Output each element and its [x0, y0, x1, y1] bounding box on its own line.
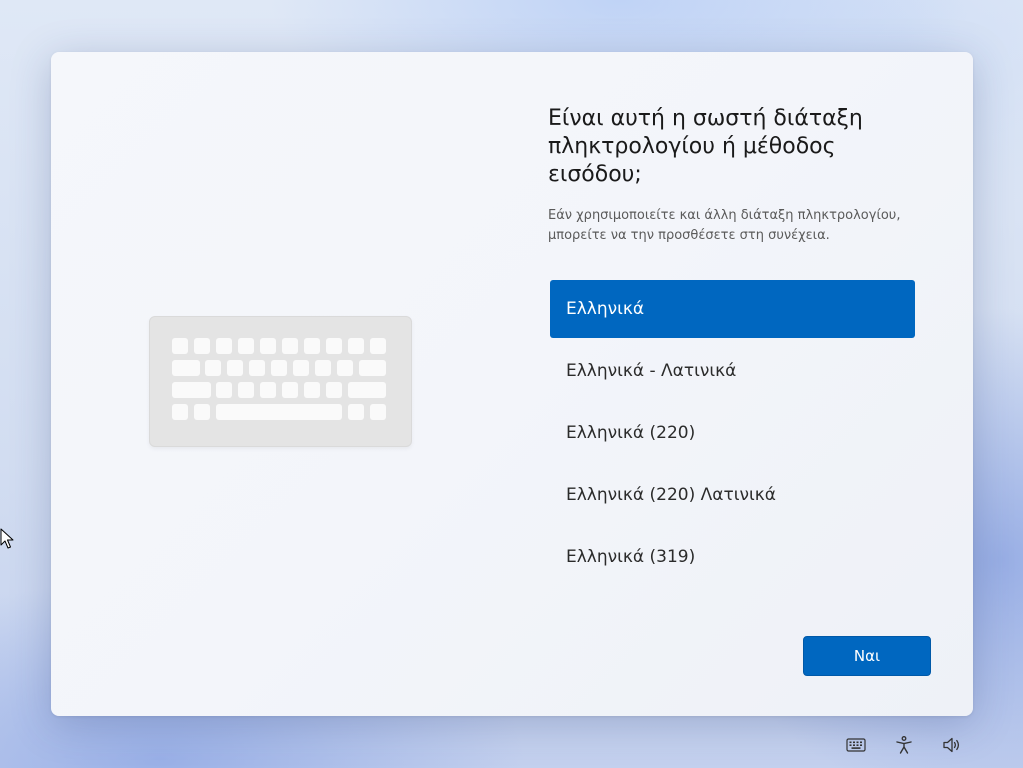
- mouse-cursor-icon: [0, 528, 14, 550]
- layout-option[interactable]: Ελληνικά - Λατινικά: [550, 342, 915, 400]
- layout-option-label: Ελληνικά (319): [566, 547, 696, 567]
- keyboard-icon: [149, 316, 412, 447]
- accessibility-icon[interactable]: [893, 734, 915, 756]
- layout-option-label: Ελληνικά (220) Λατινικά: [566, 485, 776, 505]
- page-subtitle: Εάν χρησιμοποιείτε και άλλη διάταξη πληκ…: [548, 208, 901, 243]
- keyboard-illustration: [149, 316, 412, 447]
- oobe-window: Είναι αυτή η σωστή διάταξη πληκτρολογίου…: [51, 52, 973, 716]
- layout-option[interactable]: Ελληνικά (319): [550, 528, 915, 586]
- layout-option[interactable]: Ελληνικά: [550, 280, 915, 338]
- yes-button[interactable]: Ναι: [803, 636, 931, 676]
- layout-option-label: Ελληνικά (220): [566, 423, 696, 443]
- layout-option-label: Ελληνικά: [566, 299, 645, 319]
- keyboard-icon[interactable]: [845, 734, 867, 756]
- yes-button-label: Ναι: [853, 647, 881, 665]
- volume-icon[interactable]: [941, 734, 963, 756]
- page-title: Είναι αυτή η σωστή διάταξη πληκτρολογίου…: [548, 106, 863, 187]
- layout-option-label: Ελληνικά - Λατινικά: [566, 361, 737, 381]
- layout-option[interactable]: Ελληνικά (220): [550, 404, 915, 462]
- keyboard-layout-list: Ελληνικά Ελληνικά - Λατινικά Ελληνικά (2…: [550, 280, 915, 590]
- layout-option[interactable]: Ελληνικά (220) Λατινικά: [550, 466, 915, 524]
